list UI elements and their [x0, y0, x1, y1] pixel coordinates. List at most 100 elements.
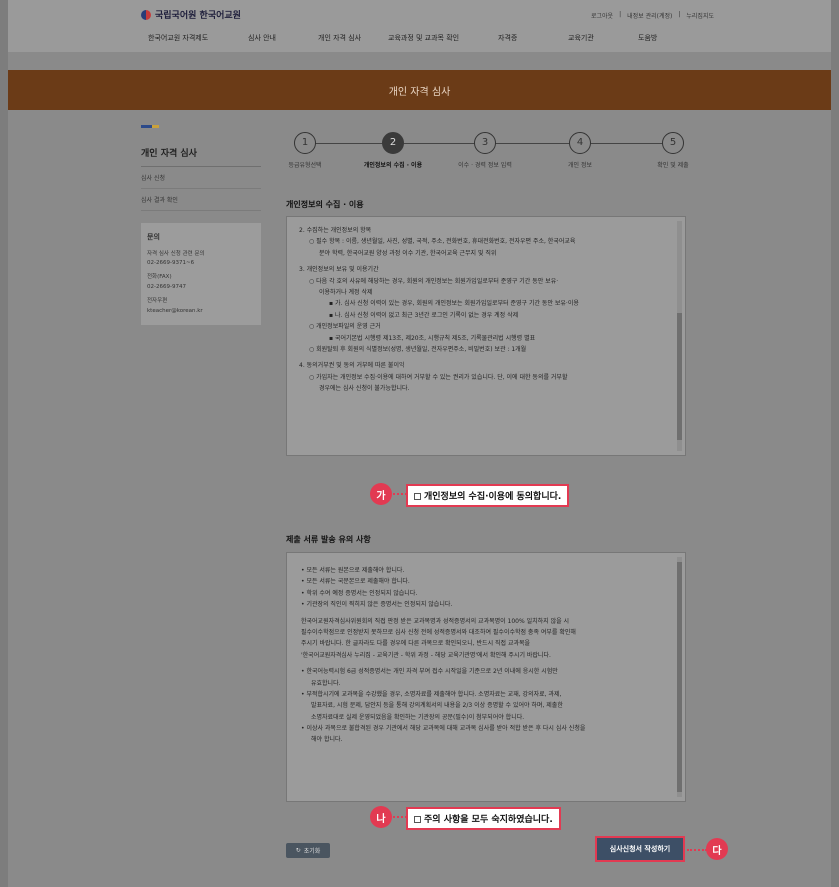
nav-item-system[interactable]: 한국어교원 자격제도 [148, 33, 248, 43]
step-label: 등급유형선택 [288, 162, 322, 169]
scroll-thumb[interactable] [677, 313, 682, 440]
sidebar: 개인 자격 심사 심사 신청 심사 결과 확인 문의 자격 심사 신청 관련 문… [141, 125, 261, 325]
notice-line: 주시기 바랍니다. 한 글자라도 다를 경우에 다른 과목으로 확인되오니, 반… [301, 640, 531, 648]
checkbox-icon[interactable] [414, 816, 421, 823]
submit-application-button[interactable]: 심사신청서 작성하기 [595, 836, 685, 862]
notice-line: 해야 합니다. [311, 736, 343, 744]
privacy-line: ▪ 나. 심사 신청 이력이 없고 최근 3년간 로그인 기록이 없는 경우 계… [329, 311, 519, 319]
step-label: 개인 정보 [568, 162, 592, 169]
annotation-connector [393, 816, 407, 818]
notice-line: 소명자료대로 실제 운영되었음을 확인하는 기관장의 공문(필수)이 첨부되어야… [311, 713, 525, 721]
notice-line: • 한국어능력시험 6급 성적증명서는 개인 자격 부여 접수 시작일을 기준으… [301, 668, 558, 676]
contact-line: 전자우편 [147, 298, 168, 305]
notice-text-box[interactable]: • 모든 서류는 원본으로 제출해야 합니다. • 모든 서류는 국문본으로 제… [286, 552, 686, 802]
notice-title: 제출 서류 발송 유의 사항 [286, 535, 371, 544]
main-nav: 한국어교원 자격제도 심사 안내 개인 자격 심사 교육과정 및 교과목 확인 … [148, 33, 688, 43]
step-3: 3 이수 · 경력 정보 입력 [450, 132, 520, 169]
contact-line: 자격 심사 신청 관련 문의 [147, 250, 205, 257]
nav-item-help[interactable]: 도움방 [638, 33, 688, 43]
privacy-agree-checkbox[interactable]: 개인정보의 수집·이용에 동의합니다. [406, 484, 570, 507]
privacy-title: 개인정보의 수집 · 이용 [286, 200, 364, 209]
step-1: 1 등급유형선택 [270, 132, 340, 169]
step-number: 5 [662, 132, 684, 154]
step-indicator: 1 등급유형선택 2 개인정보의 수집 · 이용 3 이수 · 경력 정보 입력… [270, 130, 698, 170]
sidebar-item-result[interactable]: 심사 결과 확인 [141, 189, 261, 211]
step-5: 5 확인 및 제출 [638, 132, 708, 169]
site-logo[interactable]: 국립국어원 한국어교원 [141, 8, 241, 21]
step-label: 개인정보의 수집 · 이용 [363, 162, 423, 169]
contact-box: 문의 자격 심사 신청 관련 문의 02-2669-9371~6 전화(FAX)… [141, 223, 261, 325]
notice-line: • 모든 서류는 국문본으로 제출해야 합니다. [301, 578, 410, 586]
submit-label: 심사신청서 작성하기 [609, 845, 671, 853]
step-number: 4 [569, 132, 591, 154]
notice-line: 한국어교원자격심사위원회의 직접 판정 받은 교과목명과 성적증명서의 교과목명… [301, 617, 570, 625]
nav-item-guide[interactable]: 심사 안내 [248, 33, 318, 43]
contact-line: 02-2669-9747 [147, 284, 186, 291]
contact-title: 문의 [147, 233, 160, 241]
notice-agree-checkbox[interactable]: 주의 사항을 모두 숙지하였습니다. [406, 807, 561, 830]
step-number: 1 [294, 132, 316, 154]
utility-links: 로그아웃 | 내정보 관리(계정) | 누리집지도 [591, 11, 714, 20]
nav-item-certificate[interactable]: 자격증 [498, 33, 568, 43]
nav-item-curriculum[interactable]: 교육과정 및 교과목 확인 [388, 33, 498, 43]
notice-line: '한국어교원자격심사 누리집 - 교육기관 - 학위 과정 - 해당 교육기관명… [301, 651, 551, 659]
privacy-line: ○ 개인정보파일의 운영 근거 [309, 323, 381, 331]
nav-item-individual[interactable]: 개인 자격 심사 [318, 33, 388, 43]
nav-item-institution[interactable]: 교육기관 [568, 33, 638, 43]
privacy-line: 분야 학력, 한국어교원 양성 과정 이수 기관, 한국어교육 근무지 및 직위 [319, 249, 497, 257]
page-banner: 개인 자격 심사 [8, 70, 831, 110]
notice-agree-label: 주의 사항을 모두 숙지하였습니다. [424, 815, 553, 825]
step-2: 2 개인정보의 수집 · 이용 [358, 132, 428, 169]
logo-text: 국립국어원 한국어교원 [155, 11, 241, 21]
notice-line: 발표자료, 시험 문제, 답안지 등을 통해 강의계획서의 내용을 2/3 이상… [311, 702, 563, 710]
sidebar-title: 개인 자격 심사 [141, 146, 261, 167]
annotation-badge: 가 [370, 483, 392, 505]
notice-line: • 기관장의 직인이 찍히지 않은 증명서는 인정되지 않습니다. [301, 601, 453, 609]
sidebar-item-apply[interactable]: 심사 신청 [141, 167, 261, 189]
privacy-line: 2. 수집하는 개인정보의 항목 [299, 227, 372, 234]
notice-line: • 모든 서류는 원본으로 제출해야 합니다. [301, 567, 405, 574]
sitemap-link[interactable]: 누리집지도 [686, 11, 714, 20]
contact-line: 전화(FAX) [147, 274, 172, 281]
privacy-line: ▪ 국어기본법 시행령 제13조, 제20조, 시행규칙 제5조, 기록물관리법… [329, 334, 536, 342]
notice-line: • 이상사 과목으로 불합격된 경우 기관에서 해당 교과목에 대해 교과목 심… [301, 725, 586, 733]
scroll-thumb[interactable] [677, 561, 682, 793]
privacy-scrollbar[interactable] [677, 221, 682, 451]
annotation-connector [687, 849, 707, 851]
reset-label: 초기화 [303, 848, 321, 855]
notice-line: • 부적합시기에 교과목을 수강했을 경우, 소명자료를 제출해야 합니다. 소… [301, 690, 562, 698]
header [8, 0, 831, 52]
privacy-line: ▪ 가. 심사 신청 이력이 있는 경우, 회원의 개인정보는 회원가입일로부터… [329, 300, 579, 308]
step-number: 2 [382, 132, 404, 154]
reset-icon: ↻ [295, 847, 301, 854]
privacy-line: 경우에는 심사 신청이 불가능합니다. [319, 385, 410, 393]
reset-button[interactable]: ↻ 초기화 [286, 843, 330, 858]
privacy-text-box[interactable]: 2. 수집하는 개인정보의 항목 ○ 필수 항목 : 이름, 생년월일, 사진,… [286, 216, 686, 456]
notice-scrollbar[interactable] [677, 557, 682, 797]
step-label: 확인 및 제출 [657, 162, 689, 169]
annotation-connector [393, 493, 407, 495]
privacy-agree-label: 개인정보의 수집·이용에 동의합니다. [424, 492, 562, 502]
checkbox-icon[interactable] [414, 493, 421, 500]
step-4: 4 개인 정보 [545, 132, 615, 169]
privacy-line: ○ 필수 항목 : 이름, 생년월일, 사진, 성별, 국적, 주소, 전화번호… [309, 238, 576, 246]
privacy-line: 이용하거나 계정 삭제 [319, 288, 373, 296]
banner-title: 개인 자격 심사 [388, 86, 451, 98]
emblem-icon [141, 9, 151, 20]
contact-line[interactable]: kteacher@korean.kr [147, 307, 255, 317]
annotation-badge: 나 [370, 806, 392, 828]
notice-line: 유효합니다. [311, 679, 341, 687]
step-label: 이수 · 경력 정보 입력 [458, 162, 512, 169]
contact-line: 02-2669-9371~6 [147, 260, 195, 267]
sidebar-accent [141, 125, 159, 128]
privacy-line: ○ 회원탈퇴 후 회원의 식별정보(성명, 생년월일, 전자우편주소, 비밀번호… [309, 345, 527, 353]
logout-link[interactable]: 로그아웃 [591, 11, 613, 20]
annotation-badge: 다 [706, 838, 728, 860]
step-number: 3 [474, 132, 496, 154]
privacy-line: ○ 다음 각 호의 사유에 해당하는 경우, 회원의 개인정보는 회원가입일로부… [309, 277, 559, 285]
privacy-line: 3. 개인정보의 보유 및 이용기간 [299, 266, 379, 274]
privacy-line: 4. 동의거부권 및 동의 거부에 따른 불이익 [299, 362, 405, 370]
notice-line: • 학위 수여 예정 증명서는 인정되지 않습니다. [301, 589, 418, 597]
notice-line: 필수이수학점으로 인정받지 못하므로 심사 신청 전에 성적증명서와 대조하여 … [301, 628, 576, 636]
my-info-link[interactable]: 내정보 관리(계정) [627, 11, 672, 20]
